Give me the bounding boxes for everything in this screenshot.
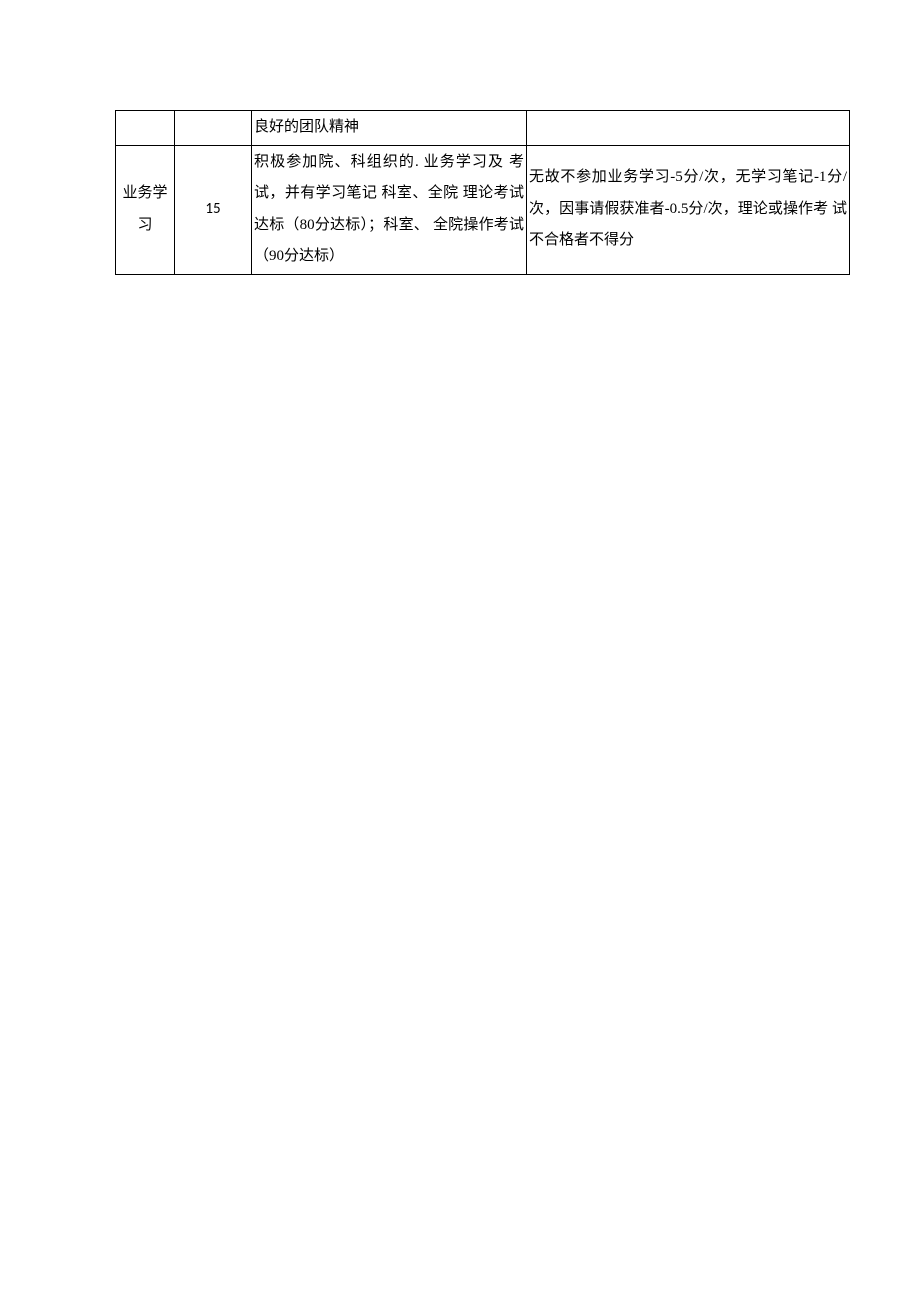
evaluation-table: 良好的团队精神 业务学习 15 积极参加院、科组织的. 业务学习及 考 试，并有… bbox=[115, 110, 850, 275]
deduction-cell: 无故不参加业务学习-5分/次，无学习笔记-1分/ 次，因事请假获准者-0.5分/… bbox=[527, 145, 850, 274]
table-row: 业务学习 15 积极参加院、科组织的. 业务学习及 考 试，并有学习笔记 科室、… bbox=[116, 145, 850, 274]
category-cell: 业务学习 bbox=[116, 145, 175, 274]
criteria-cell: 良好的团队精神 bbox=[252, 111, 527, 146]
score-cell bbox=[175, 111, 252, 146]
deduction-cell bbox=[527, 111, 850, 146]
document-page: 良好的团队精神 业务学习 15 积极参加院、科组织的. 业务学习及 考 试，并有… bbox=[0, 0, 920, 275]
criteria-cell: 积极参加院、科组织的. 业务学习及 考 试，并有学习笔记 科室、全院 理论考试达… bbox=[252, 145, 527, 274]
score-cell: 15 bbox=[175, 145, 252, 274]
category-cell bbox=[116, 111, 175, 146]
table-row: 良好的团队精神 bbox=[116, 111, 850, 146]
